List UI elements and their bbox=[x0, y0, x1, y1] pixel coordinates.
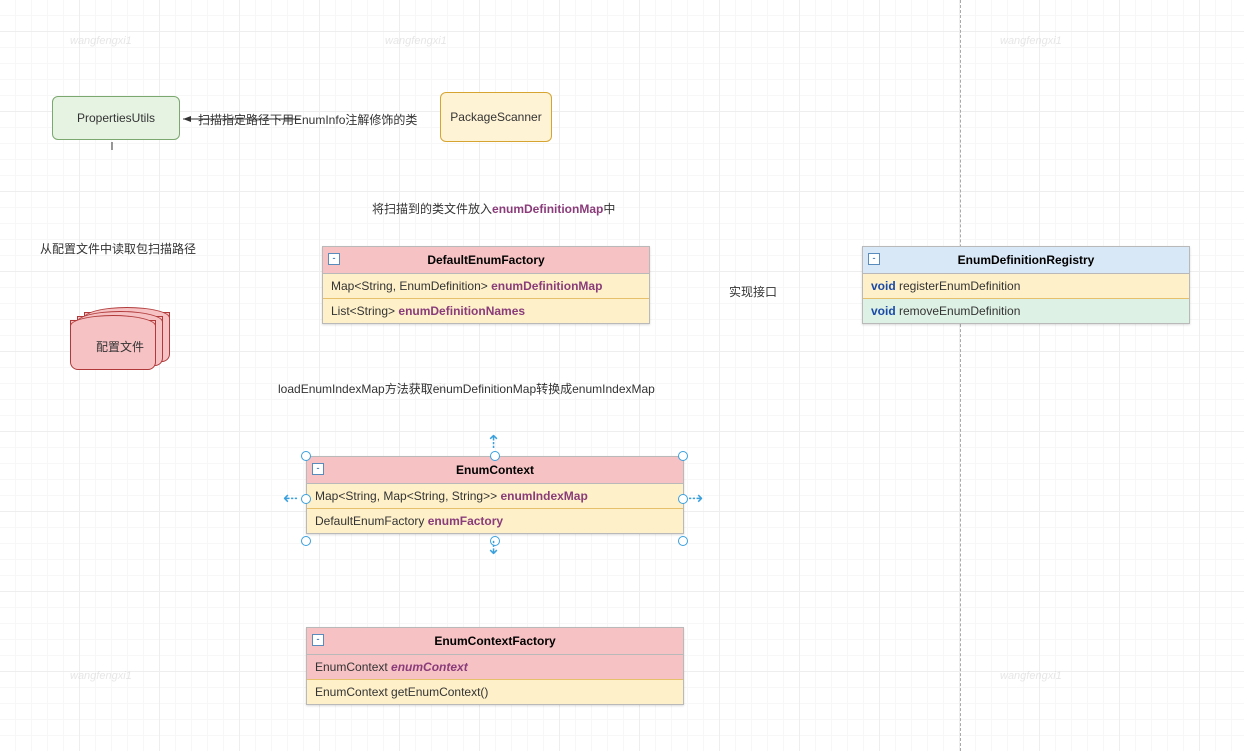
class-row[interactable]: EnumContext getEnumContext() bbox=[307, 680, 683, 704]
class-title: - EnumContextFactory bbox=[307, 628, 683, 655]
collapse-icon[interactable]: - bbox=[312, 634, 324, 646]
class-row[interactable]: DefaultEnumFactory enumFactory bbox=[307, 509, 683, 533]
node-label: PropertiesUtils bbox=[77, 111, 155, 125]
node-label: 配置文件 bbox=[70, 338, 170, 355]
class-title: - DefaultEnumFactory bbox=[323, 247, 649, 274]
class-enum-definition-registry[interactable]: - EnumDefinitionRegistry void registerEn… bbox=[862, 246, 1190, 324]
direction-arrow-up[interactable]: ⇡ bbox=[486, 432, 501, 453]
class-title: - EnumDefinitionRegistry bbox=[863, 247, 1189, 274]
node-properties-utils[interactable]: PropertiesUtils bbox=[52, 96, 180, 140]
collapse-icon[interactable]: - bbox=[328, 253, 340, 265]
node-config-file[interactable]: 配置文件 bbox=[70, 320, 170, 380]
class-default-enum-factory[interactable]: - DefaultEnumFactory Map<String, EnumDef… bbox=[322, 246, 650, 324]
selection-handle[interactable] bbox=[301, 451, 311, 461]
diagram-canvas[interactable]: PropertiesUtils PackageScanner 配置文件 - De… bbox=[0, 0, 1244, 751]
edge-label: 实现接口 bbox=[729, 283, 777, 300]
selection-handle[interactable] bbox=[678, 451, 688, 461]
direction-arrow-down[interactable]: ⇣ bbox=[486, 538, 501, 559]
direction-arrow-right[interactable]: ⇢ bbox=[688, 488, 703, 509]
class-enum-context[interactable]: - EnumContext Map<String, Map<String, St… bbox=[306, 456, 684, 534]
edge-label: 扫描指定路径下用EnumInfo注解修饰的类 bbox=[198, 111, 417, 128]
class-row[interactable]: List<String> enumDefinitionNames bbox=[323, 299, 649, 323]
node-package-scanner[interactable]: PackageScanner bbox=[440, 92, 552, 142]
selection-handle[interactable] bbox=[301, 536, 311, 546]
class-row[interactable]: EnumContext enumContext bbox=[307, 655, 683, 680]
selection-handle[interactable] bbox=[301, 494, 311, 504]
direction-arrow-left[interactable]: ⇠ bbox=[283, 488, 298, 509]
node-label: PackageScanner bbox=[450, 110, 541, 124]
class-row[interactable]: Map<String, EnumDefinition> enumDefiniti… bbox=[323, 274, 649, 299]
class-title: - EnumContext bbox=[307, 457, 683, 484]
collapse-icon[interactable]: - bbox=[312, 463, 324, 475]
edge-label: 从配置文件中读取包扫描路径 bbox=[40, 240, 196, 257]
class-row[interactable]: Map<String, Map<String, String>> enumInd… bbox=[307, 484, 683, 509]
class-row[interactable]: void registerEnumDefinition bbox=[863, 274, 1189, 299]
class-enum-context-factory[interactable]: - EnumContextFactory EnumContext enumCon… bbox=[306, 627, 684, 705]
selection-handle[interactable] bbox=[678, 536, 688, 546]
selection-handle[interactable] bbox=[678, 494, 688, 504]
edge-label: loadEnumIndexMap方法获取enumDefinitionMap转换成… bbox=[278, 380, 655, 397]
collapse-icon[interactable]: - bbox=[868, 253, 880, 265]
edge-label: 将扫描到的类文件放入enumDefinitionMap中 bbox=[372, 200, 615, 217]
class-row[interactable]: void removeEnumDefinition bbox=[863, 299, 1189, 323]
